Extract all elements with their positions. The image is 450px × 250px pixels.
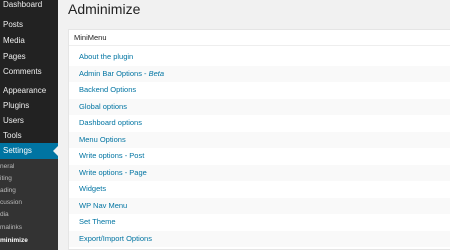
sidebar-item-dashboard[interactable]: Dashboard <box>0 0 58 13</box>
submenu-item-permalinks[interactable]: malinks <box>0 222 58 234</box>
sidebar-item-users[interactable]: Users <box>0 113 58 129</box>
panel-heading: MiniMenu <box>69 30 450 46</box>
sidebar-item-appearance[interactable]: Appearance <box>0 83 58 99</box>
submenu-item-adminimize[interactable]: minimize <box>0 235 58 247</box>
submenu-item-writing[interactable]: iting <box>0 173 58 185</box>
submenu-item-discussion[interactable]: cussion <box>0 197 58 209</box>
page-title: Adminimize <box>68 1 141 17</box>
option-link-widgets[interactable]: Widgets <box>69 181 450 198</box>
option-link-about[interactable]: About the plugin <box>69 49 450 66</box>
sidebar-item-posts[interactable]: Posts <box>0 17 58 33</box>
option-link-dashboard[interactable]: Dashboard options <box>69 115 450 132</box>
settings-submenu: neral iting ading cussion dia malinks mi… <box>0 159 58 250</box>
option-link-set-theme[interactable]: Set Theme <box>69 214 450 231</box>
submenu-item-reading[interactable]: ading <box>0 185 58 197</box>
submenu-item-media[interactable]: dia <box>0 209 58 221</box>
sidebar-item-label: Settings <box>3 146 32 155</box>
sidebar-item-settings[interactable]: Settings <box>0 143 58 159</box>
option-link-write-post[interactable]: Write options - Post <box>69 148 450 165</box>
sidebar-item-plugins[interactable]: Plugins <box>0 98 58 114</box>
admin-sidebar: Dashboard Posts Media Pages Comments App… <box>0 0 58 250</box>
sidebar-item-media[interactable]: Media <box>0 33 58 49</box>
beta-badge: Beta <box>148 68 165 78</box>
option-link-menu[interactable]: Menu Options <box>69 131 450 148</box>
option-link-wp-nav-menu[interactable]: WP Nav Menu <box>69 197 450 214</box>
option-link-global[interactable]: Global options <box>69 98 450 115</box>
submenu-item-general[interactable]: neral <box>0 161 58 173</box>
minimenu-panel: MiniMenu About the plugin Admin Bar Opti… <box>68 29 450 250</box>
current-menu-arrow-icon <box>53 146 58 156</box>
option-link-admin-bar[interactable]: Admin Bar Options - Beta <box>69 65 450 82</box>
sidebar-item-comments[interactable]: Comments <box>0 64 58 80</box>
option-link-label: Admin Bar Options - <box>79 68 149 78</box>
sidebar-item-tools[interactable]: Tools <box>0 128 58 144</box>
option-link-backend[interactable]: Backend Options <box>69 82 450 99</box>
option-link-export-import[interactable]: Export/Import Options <box>69 230 450 247</box>
sidebar-item-pages[interactable]: Pages <box>0 49 58 65</box>
option-link-write-page[interactable]: Write options - Page <box>69 164 450 181</box>
